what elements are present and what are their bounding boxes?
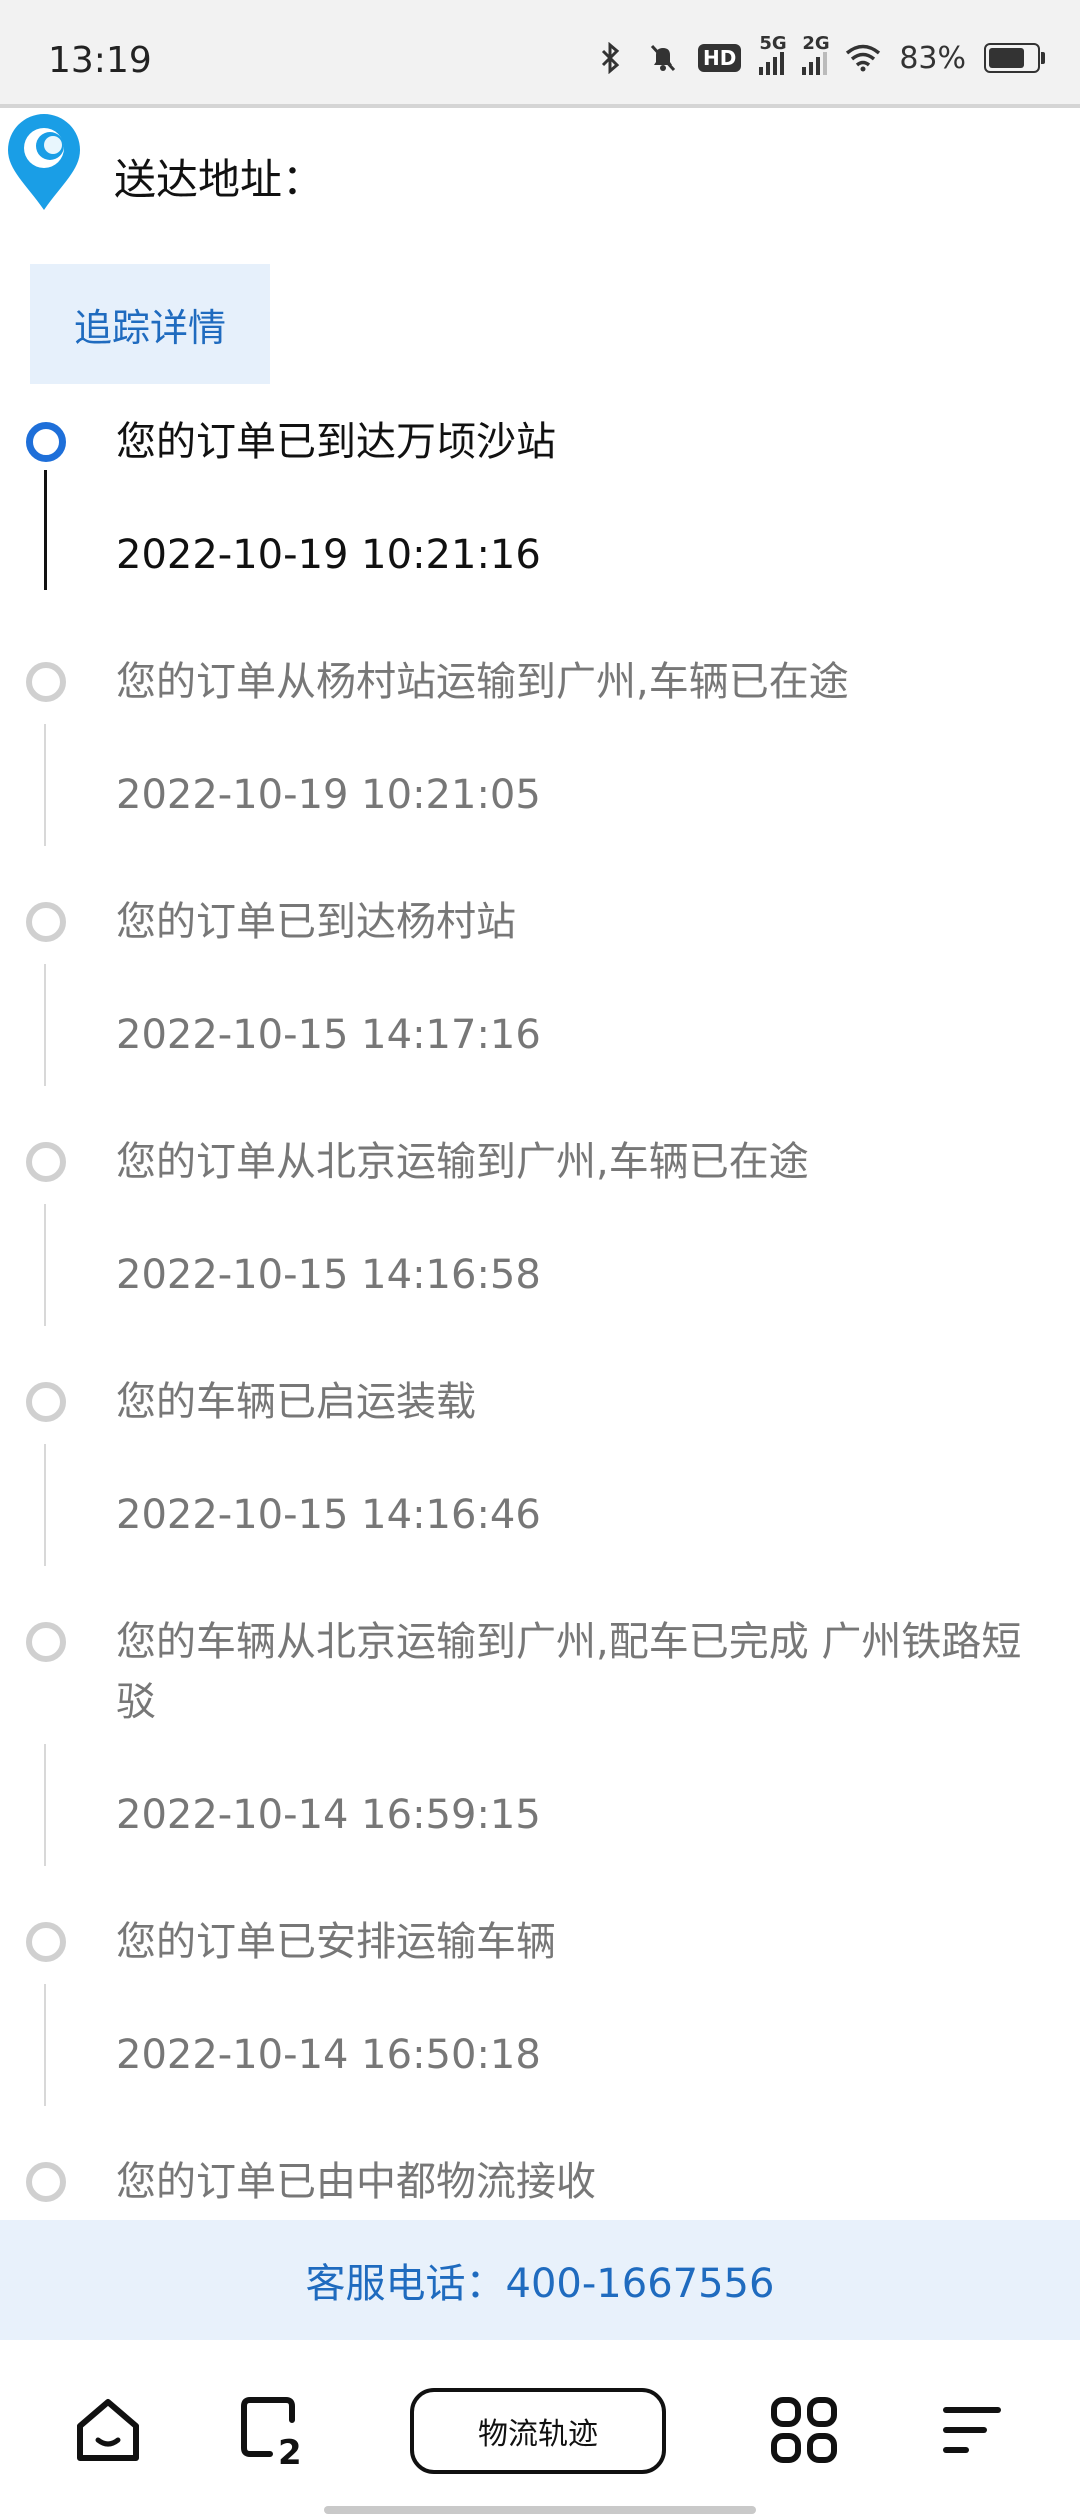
customer-service-phone[interactable]: 客服电话：400-1667556 <box>0 2220 1080 2340</box>
battery-percent: 83% <box>899 40 966 76</box>
status-icons: HD 5G 2G 83% <box>594 33 1045 80</box>
recent-apps-icon[interactable]: 2 <box>232 2390 312 2470</box>
divider <box>0 104 1080 108</box>
timeline-connector <box>44 964 46 1086</box>
timeline-dot <box>26 2162 66 2202</box>
timeline-connector <box>44 1444 46 1566</box>
timeline-connector <box>44 724 46 846</box>
timeline-dot <box>26 902 66 942</box>
timeline-dot <box>26 1922 66 1962</box>
timeline-event-text: 您的订单已安排运输车辆 <box>116 1919 556 1965</box>
svg-text:2: 2 <box>278 2433 302 2470</box>
logistics-track-button[interactable]: 物流轨迹 <box>410 2388 666 2474</box>
home-indicator[interactable] <box>324 2506 756 2514</box>
timeline-dot <box>26 1142 66 1182</box>
timeline-connector <box>44 1204 46 1326</box>
status-time: 13:19 <box>48 40 152 81</box>
timeline-event-time: 2022-10-14 16:50:18 <box>116 2032 541 2078</box>
wifi-icon <box>845 38 881 78</box>
timeline-event-time: 2022-10-15 14:16:46 <box>116 1492 541 1538</box>
timeline-dot <box>26 1382 66 1422</box>
signal-icon-2: 2G <box>802 33 830 75</box>
timeline-connector <box>44 1984 46 2106</box>
timeline-event-text: 您的订单已由中都物流接收 <box>116 2159 596 2205</box>
battery-icon <box>984 43 1045 73</box>
timeline-event-text: 您的订单从北京运输到广州,车辆已在途 <box>116 1139 809 1185</box>
timeline-dot <box>26 1622 66 1662</box>
tab-tracking-details[interactable]: 追踪详情 <box>30 264 270 384</box>
delivery-address-label: 送达地址： <box>114 155 325 204</box>
menu-icon[interactable] <box>932 2390 1012 2470</box>
apps-grid-icon[interactable] <box>764 2390 844 2470</box>
timeline-event-text: 您的车辆从北京运输到广州,配车已完成 广州铁路短驳 <box>116 1619 1022 1725</box>
status-bar: 13:19 HD 5G 2G 83% <box>0 0 1080 104</box>
bottom-nav: 2 物流轨迹 <box>0 2340 1080 2520</box>
timeline-event-time: 2022-10-14 16:59:15 <box>116 1792 541 1838</box>
timeline-event-time: 2022-10-15 14:16:58 <box>116 1252 541 1298</box>
signal-icon: 5G <box>759 33 787 75</box>
home-icon[interactable] <box>68 2390 148 2470</box>
hd-icon: HD <box>697 44 742 72</box>
timeline-event-text: 您的订单已到达杨村站 <box>116 899 516 945</box>
timeline-event-text: 您的车辆已启运装载 <box>116 1379 476 1425</box>
timeline-event-time: 2022-10-15 14:17:16 <box>116 1012 541 1058</box>
timeline-event-time: 2022-10-19 10:21:05 <box>116 772 541 818</box>
location-pin-icon <box>8 114 80 210</box>
timeline-connector <box>44 1744 46 1866</box>
bluetooth-icon <box>594 38 628 78</box>
mute-icon <box>646 38 680 78</box>
timeline-event-text: 您的订单从杨村站运输到广州,车辆已在途 <box>116 659 849 705</box>
timeline-event-time: 2022-10-19 10:21:16 <box>116 532 541 578</box>
timeline-event-text: 您的订单已到达万顷沙站 <box>116 419 556 465</box>
timeline-connector <box>44 470 47 590</box>
timeline-dot <box>26 662 66 702</box>
timeline-dot <box>26 422 66 462</box>
